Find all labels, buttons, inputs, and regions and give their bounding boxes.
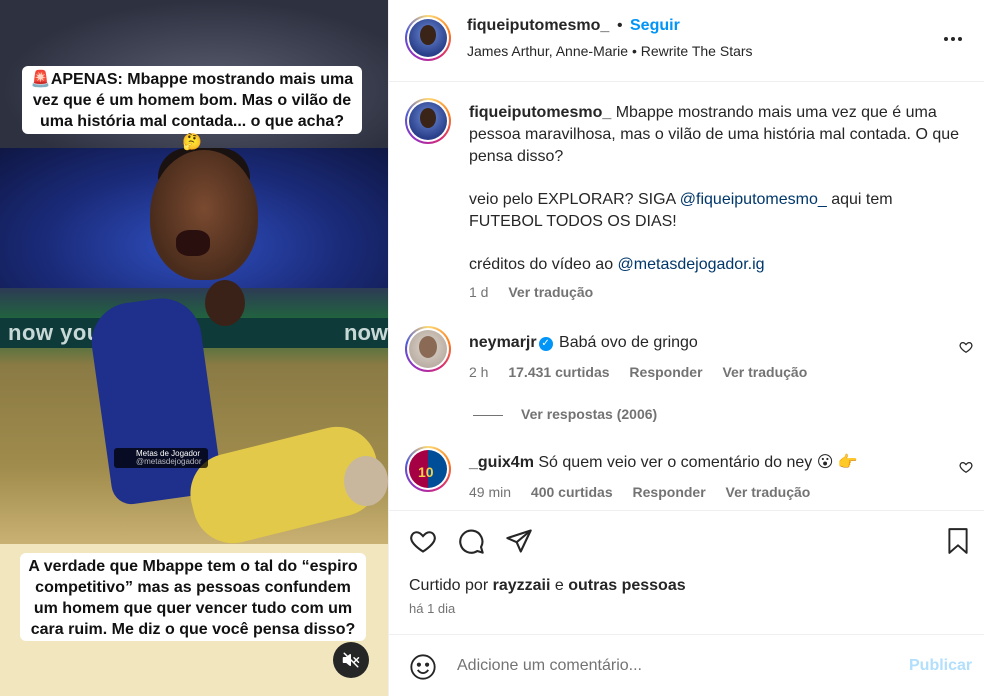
comment-avatar[interactable] (405, 446, 451, 492)
comment-like-heart-icon[interactable] (959, 340, 973, 359)
author-username[interactable]: fiqueiputomesmo_ (467, 17, 609, 35)
comment-avatar[interactable] (405, 326, 451, 372)
comment-translate-link[interactable]: Ver tradução (726, 484, 811, 500)
share-paper-plane-icon[interactable] (505, 527, 533, 560)
view-replies-label: Ver respostas (2006) (521, 406, 658, 422)
replies-divider (473, 414, 503, 416)
caption-text: fiqueiputomesmo_ Mbappe mostrando mais u… (469, 102, 969, 297)
comment-bubble-icon[interactable] (457, 527, 485, 560)
caption-mention-metas[interactable]: @metasdejogador.ig (618, 256, 765, 273)
comment-translate-link[interactable]: Ver tradução (722, 364, 807, 380)
player-mouth (176, 230, 210, 256)
banner-text-right: now (344, 320, 388, 345)
player-blue-head (205, 280, 245, 326)
mute-button[interactable] (333, 642, 369, 678)
video-caption-top: 🚨APENAS: Mbappe mostrando mais uma vez q… (22, 66, 362, 151)
post-video[interactable]: now you c now Metas de Jogador @metasdej… (0, 0, 388, 696)
post-actions: Curtido por rayzzaii e outras pessoas há… (389, 510, 984, 634)
emoji-smiley-icon[interactable] (409, 653, 437, 686)
comment-time[interactable]: 2 h (469, 364, 488, 380)
speaker-muted-icon (342, 652, 360, 668)
publish-button[interactable]: Publicar (909, 657, 972, 675)
comment-like-heart-icon[interactable] (959, 460, 973, 479)
caption-line-3-prefix: créditos do vídeo ao (469, 256, 614, 273)
likes-connector: e (554, 577, 564, 594)
player-face (150, 150, 258, 280)
save-bookmark-icon[interactable] (945, 527, 971, 560)
comment-likes[interactable]: 400 curtidas (531, 484, 613, 500)
comment-time[interactable]: 49 min (469, 484, 511, 500)
caption-line-2-prefix: veio pelo EXPLORAR? SIGA (469, 191, 676, 208)
audio-track[interactable]: James Arthur, Anne-Marie • Rewrite The S… (467, 43, 753, 59)
comment-reply-button[interactable]: Responder (629, 364, 702, 380)
likes-others[interactable]: outras pessoas (568, 577, 685, 594)
video-caption-bottom: A verdade que Mbappe tem o tal do “espir… (20, 553, 366, 641)
comment-item: _guix4m Só quem veio ver o comentário do… (405, 446, 975, 506)
follow-button[interactable]: Seguir (630, 17, 680, 35)
likes-prefix: Curtido por (409, 577, 489, 594)
comment-text: Babá ovo de gringo (559, 334, 698, 351)
comment-username[interactable]: _guix4m (469, 454, 534, 471)
caption-author-avatar[interactable] (405, 98, 451, 144)
caption-mention-fique[interactable]: @fiqueiputomesmo_ (680, 191, 827, 208)
comment-username[interactable]: neymarjr (469, 334, 537, 351)
comment-likes[interactable]: 17.431 curtidas (508, 364, 609, 380)
comment-input[interactable] (457, 653, 897, 679)
caption-meta: 1 d Ver tradução (469, 284, 609, 300)
comment-text: Só quem veio ver o comentário do ney 😮 👉 (538, 454, 858, 471)
comment-meta: 2 h 17.431 curtidas Responder Ver traduç… (469, 364, 823, 380)
header-separator: • (617, 17, 623, 34)
verified-badge-icon: ✓ (538, 337, 553, 351)
likes-summary: Curtido por rayzzaii e outras pessoas (409, 577, 686, 595)
comment-item: neymarjr ✓ Babá ovo de gringo 2 h 17.431 … (405, 326, 975, 406)
comment-body: _guix4m Só quem veio ver o comentário do… (469, 452, 929, 474)
caption-translate-link[interactable]: Ver tradução (508, 284, 593, 300)
player-yellow-head (344, 456, 388, 506)
caption-username[interactable]: fiqueiputomesmo_ (469, 104, 611, 121)
likes-user[interactable]: rayzzaii (493, 577, 551, 594)
watermark-handle: @metasdejogador (136, 457, 202, 466)
comment-reply-button[interactable]: Responder (633, 484, 706, 500)
add-comment-bar: Publicar (389, 634, 984, 696)
post-detail-panel: fiqueiputomesmo_ • Seguir James Arthur, … (388, 0, 984, 696)
like-heart-icon[interactable] (409, 527, 437, 560)
comment-body: neymarjr ✓ Babá ovo de gringo (469, 332, 929, 354)
post-header: fiqueiputomesmo_ • Seguir James Arthur, … (389, 0, 984, 82)
comment-meta: 49 min 400 curtidas Responder Ver traduç… (469, 484, 826, 500)
more-options-icon[interactable] (943, 22, 963, 48)
video-watermark: Metas de Jogador @metasdejogador (114, 448, 208, 468)
author-avatar[interactable] (405, 15, 451, 61)
post-time[interactable]: há 1 dia (409, 601, 455, 616)
caption-time[interactable]: 1 d (469, 284, 488, 300)
view-replies-button[interactable]: Ver respostas (2006) (473, 406, 657, 422)
